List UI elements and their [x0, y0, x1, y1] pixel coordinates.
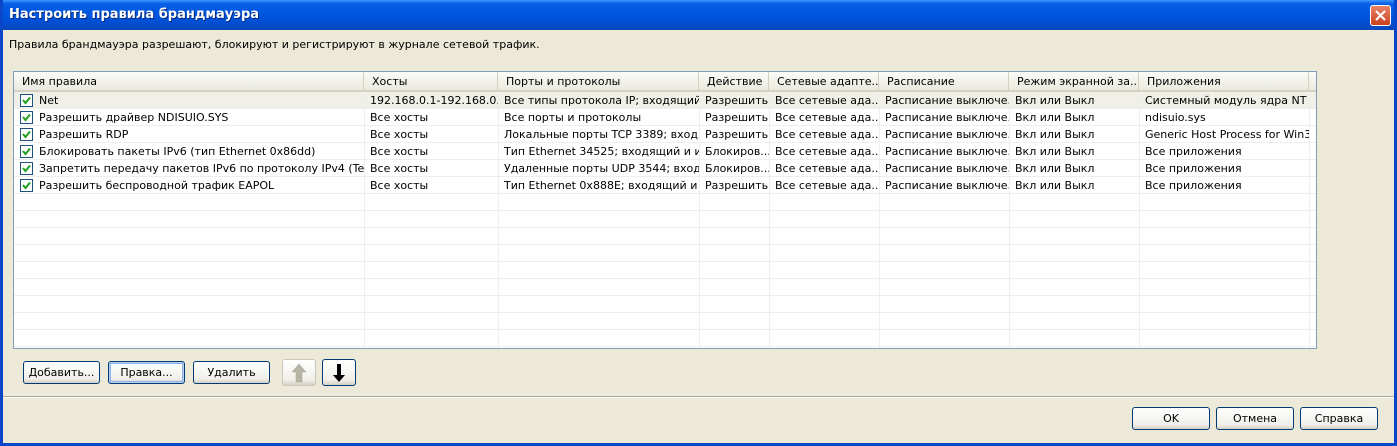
- rule-name-cell: Разрешить драйвер NDISUIO.SYS: [39, 111, 229, 124]
- rule-name-cell: Net: [39, 94, 59, 107]
- table-row[interactable]: Разрешить беспроводной трафик EAPOL Все х…: [14, 177, 1316, 194]
- apps-cell: Все приложения: [1145, 179, 1242, 192]
- ports-cell: Тип Ethernet 0x888E; входящий и и...: [504, 179, 699, 192]
- column-divider: [879, 92, 880, 348]
- ports-cell: Все типы протокола IP; входящий ...: [504, 94, 699, 107]
- arrow-down-icon: [333, 364, 345, 382]
- screen-mode-cell: Вкл или Выкл: [1015, 179, 1095, 192]
- table-row[interactable]: Запретить передачу пакетов IPv6 по прото…: [14, 160, 1316, 177]
- schedule-cell: Расписание выключе...: [885, 111, 1009, 124]
- adapters-cell: Все сетевые ада...: [775, 162, 879, 175]
- ok-button[interactable]: OK: [1132, 407, 1210, 430]
- column-header-apps[interactable]: Приложения: [1139, 72, 1309, 90]
- title-bar[interactable]: Настроить правила брандмауэра: [3, 0, 1394, 30]
- adapters-cell: Все сетевые ада...: [775, 111, 879, 124]
- hosts-cell: Все хосты: [370, 111, 429, 124]
- adapters-cell: Все сетевые ада...: [775, 128, 879, 141]
- table-row[interactable]: Разрешить RDP Все хосты Локальные порты TC…: [14, 126, 1316, 143]
- hosts-cell: Все хосты: [370, 128, 429, 141]
- action-cell: Разрешить: [705, 111, 769, 124]
- adapters-cell: Все сетевые ада...: [775, 94, 879, 107]
- rule-name-cell: Блокировать пакеты IPv6 (тип Ethernet 0x…: [39, 145, 316, 158]
- table-header: Имя правила Хосты Порты и протоколы Дейс…: [14, 72, 1316, 92]
- dialog-description: Правила брандмауэра разрешают, блокируют…: [9, 38, 540, 51]
- column-header-action[interactable]: Действие: [699, 72, 769, 90]
- ports-cell: Тип Ethernet 34525; входящий и ис...: [504, 145, 699, 158]
- empty-row[interactable]: [14, 211, 1316, 228]
- column-divider: [498, 92, 499, 348]
- apps-cell: Системный модуль ядра NT: [1145, 94, 1307, 107]
- screen-mode-cell: Вкл или Выкл: [1015, 162, 1095, 175]
- rule-name-cell: Разрешить беспроводной трафик EAPOL: [39, 179, 275, 192]
- action-cell: Блокиров...: [705, 145, 769, 158]
- empty-row[interactable]: [14, 228, 1316, 245]
- move-up-button[interactable]: [282, 359, 316, 386]
- hosts-cell: 192.168.0.1-192.168.0.3: [370, 94, 498, 107]
- empty-row[interactable]: [14, 330, 1316, 347]
- action-cell: Разрешить: [705, 179, 769, 192]
- column-header-screen-mode[interactable]: Режим экранной за...: [1009, 72, 1139, 90]
- screen-mode-cell: Вкл или Выкл: [1015, 111, 1095, 124]
- apps-cell: Все приложения: [1145, 162, 1242, 175]
- edit-button[interactable]: Правка...: [108, 361, 185, 384]
- schedule-cell: Расписание выключе...: [885, 179, 1009, 192]
- column-divider: [1309, 92, 1310, 348]
- column-header-hosts[interactable]: Хосты: [364, 72, 498, 90]
- hosts-cell: Все хосты: [370, 179, 429, 192]
- screen-mode-cell: Вкл или Выкл: [1015, 145, 1095, 158]
- column-divider: [769, 92, 770, 348]
- action-cell: Разрешить: [705, 128, 769, 141]
- hosts-cell: Все хосты: [370, 145, 429, 158]
- column-divider: [364, 92, 365, 348]
- apps-cell: Все приложения: [1145, 145, 1242, 158]
- add-button[interactable]: Добавить...: [23, 361, 100, 384]
- empty-row[interactable]: [14, 279, 1316, 296]
- column-header-ports[interactable]: Порты и протоколы: [498, 72, 699, 90]
- apps-cell: ndisuio.sys: [1145, 111, 1206, 124]
- hosts-cell: Все хосты: [370, 162, 429, 175]
- empty-row[interactable]: [14, 262, 1316, 279]
- screen-mode-cell: Вкл или Выкл: [1015, 94, 1095, 107]
- move-down-button[interactable]: [322, 359, 356, 386]
- delete-button[interactable]: Удалить: [193, 361, 270, 384]
- schedule-cell: Расписание выключе...: [885, 94, 1009, 107]
- cancel-button[interactable]: Отмена: [1216, 407, 1294, 430]
- schedule-cell: Расписание выключе...: [885, 162, 1009, 175]
- column-divider: [699, 92, 700, 348]
- rule-name-cell: Разрешить RDP: [39, 128, 129, 141]
- separator: [3, 396, 1394, 398]
- empty-row[interactable]: [14, 296, 1316, 313]
- help-button[interactable]: Справка: [1300, 407, 1378, 430]
- rule-name-cell: Запретить передачу пакетов IPv6 по прото…: [39, 162, 364, 175]
- empty-row[interactable]: [14, 194, 1316, 211]
- firewall-rules-dialog: Настроить правила брандмауэра Правила бр…: [0, 0, 1397, 446]
- close-icon: [1375, 10, 1386, 21]
- table-row[interactable]: Блокировать пакеты IPv6 (тип Ethernet 0x…: [14, 143, 1316, 160]
- rules-table[interactable]: Имя правила Хосты Порты и протоколы Дейс…: [13, 71, 1317, 349]
- apps-cell: Generic Host Process for Win3...: [1145, 128, 1309, 141]
- schedule-cell: Расписание выключе...: [885, 128, 1009, 141]
- close-button[interactable]: [1370, 5, 1391, 26]
- ports-cell: Локальные порты TCP 3389; входя...: [504, 128, 699, 141]
- adapters-cell: Все сетевые ада...: [775, 179, 879, 192]
- screen-mode-cell: Вкл или Выкл: [1015, 128, 1095, 141]
- ports-cell: Все порты и протоколы: [504, 111, 642, 124]
- table-row[interactable]: Разрешить драйвер NDISUIO.SYS Все хосты Вс…: [14, 109, 1316, 126]
- column-header-adapters[interactable]: Сетевые адапте...: [769, 72, 879, 90]
- window-title: Настроить правила брандмауэра: [9, 7, 260, 22]
- schedule-cell: Расписание выключе...: [885, 145, 1009, 158]
- column-divider: [1139, 92, 1140, 348]
- arrow-up-icon: [291, 363, 307, 383]
- column-header-schedule[interactable]: Расписание: [879, 72, 1009, 90]
- column-header-name[interactable]: Имя правила: [14, 72, 364, 90]
- column-divider: [1009, 92, 1010, 348]
- adapters-cell: Все сетевые ада...: [775, 145, 879, 158]
- action-cell: Блокиров...: [705, 162, 769, 175]
- action-cell: Разрешить: [705, 94, 769, 107]
- ports-cell: Удаленные порты UDP 3544; вход...: [504, 162, 699, 175]
- table-row[interactable]: Net 192.168.0.1-192.168.0.3 Все типы прото…: [14, 92, 1316, 109]
- empty-row[interactable]: [14, 313, 1316, 330]
- empty-row[interactable]: [14, 245, 1316, 262]
